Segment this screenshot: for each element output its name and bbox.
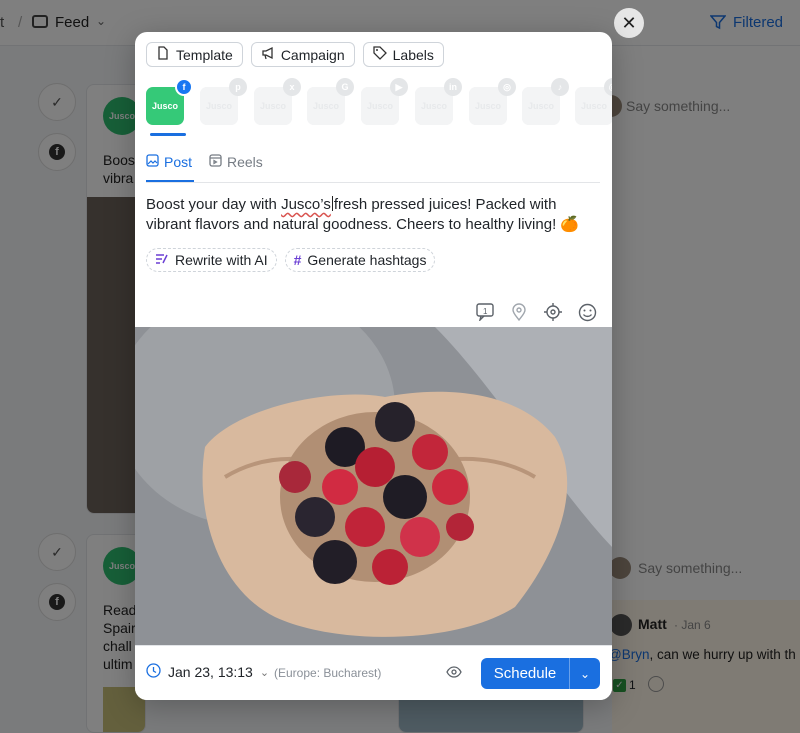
generate-hashtags-button[interactable]: # Generate hashtags (284, 248, 436, 272)
image-icon (146, 154, 159, 170)
clock-icon (146, 663, 161, 681)
berries-in-hands-image (135, 327, 612, 645)
google-icon: G (336, 78, 354, 96)
tab-post[interactable]: Post (146, 154, 192, 170)
channel-instagram[interactable]: Jusco ◎ (469, 78, 516, 125)
youtube-icon: ▶ (390, 78, 408, 96)
campaign-label: Campaign (280, 46, 345, 63)
chevron-down-icon: ⌄ (259, 666, 270, 679)
post-media-image[interactable] (135, 327, 612, 645)
post-composer-modal: Template Campaign Labels Jusco f Jusco p… (135, 32, 612, 700)
composer-actions: Template Campaign Labels (146, 42, 444, 67)
reels-icon (209, 154, 222, 170)
composer-tools: 1 (475, 302, 597, 322)
schedule-button-group: Schedule ⌄ (481, 658, 600, 689)
tab-post-label: Post (164, 154, 193, 170)
template-button[interactable]: Template (146, 42, 243, 67)
misspelled-word[interactable]: Jusco’s (281, 196, 331, 213)
channel-selector: Jusco f Jusco p Jusco x Jusco G Jusco ▶ … (146, 78, 612, 137)
channel-facebook[interactable]: Jusco f (146, 78, 193, 125)
labels-label: Labels (392, 46, 434, 63)
schedule-options-dropdown[interactable]: ⌄ (570, 658, 600, 689)
post-text-editor[interactable]: Boost your day with Jusco’s fresh pressed… (146, 195, 596, 235)
labels-button[interactable]: Labels (362, 42, 444, 67)
pinterest-icon: p (229, 78, 247, 96)
channel-threads[interactable]: Jusco @ (575, 78, 612, 125)
close-button[interactable]: ✕ (614, 8, 644, 38)
hashtag-icon: # (293, 252, 302, 268)
post-type-tabs: Post Reels (146, 150, 600, 183)
facebook-icon: f (175, 78, 193, 96)
ai-pen-icon (155, 252, 169, 268)
file-icon (156, 46, 170, 63)
tiktok-icon: ♪ (551, 78, 569, 96)
active-tab-indicator (146, 180, 194, 182)
channel-pinterest[interactable]: Jusco p (200, 78, 247, 125)
channel-x[interactable]: Jusco x (254, 78, 301, 125)
svg-text:1: 1 (483, 307, 488, 316)
preview-eye-icon[interactable] (446, 665, 462, 684)
composer-footer: Jan 23, 13:13 ⌄ (Europe: Bucharest) Sche… (135, 645, 612, 700)
instagram-icon: ◎ (498, 78, 516, 96)
close-icon: ✕ (621, 12, 637, 33)
template-label: Template (176, 46, 233, 63)
schedule-date-picker[interactable]: Jan 23, 13:13 ⌄ (146, 663, 269, 681)
channel-linkedin[interactable]: Jusco in (415, 78, 462, 125)
campaign-button[interactable]: Campaign (250, 42, 355, 67)
channel-tiktok[interactable]: Jusco ♪ (522, 78, 569, 125)
rewrite-label: Rewrite with AI (175, 252, 268, 268)
hashtags-label: Generate hashtags (307, 252, 427, 268)
tab-reels-label: Reels (227, 154, 263, 170)
chevron-down-icon: ⌄ (579, 666, 591, 681)
emoji-icon[interactable] (577, 302, 597, 322)
x-icon: x (283, 78, 301, 96)
megaphone-icon (261, 46, 275, 63)
tab-reels[interactable]: Reels (209, 154, 263, 170)
schedule-button[interactable]: Schedule (481, 658, 569, 689)
location-pin-icon[interactable] (509, 302, 529, 322)
ai-actions: Rewrite with AI # Generate hashtags (146, 248, 436, 272)
text-caret (331, 196, 333, 211)
tag-icon (372, 46, 387, 63)
rewrite-with-ai-button[interactable]: Rewrite with AI (146, 248, 277, 272)
active-channel-indicator (150, 133, 186, 136)
first-comment-icon[interactable]: 1 (475, 302, 495, 322)
post-text-part: Boost your day with (146, 196, 282, 213)
channel-google[interactable]: Jusco G (307, 78, 354, 125)
linkedin-icon: in (444, 78, 462, 96)
target-icon[interactable] (543, 302, 563, 322)
schedule-date: Jan 23, 13:13 (168, 664, 253, 680)
channel-youtube[interactable]: Jusco ▶ (361, 78, 408, 125)
timezone-label: (Europe: Bucharest) (274, 666, 382, 680)
